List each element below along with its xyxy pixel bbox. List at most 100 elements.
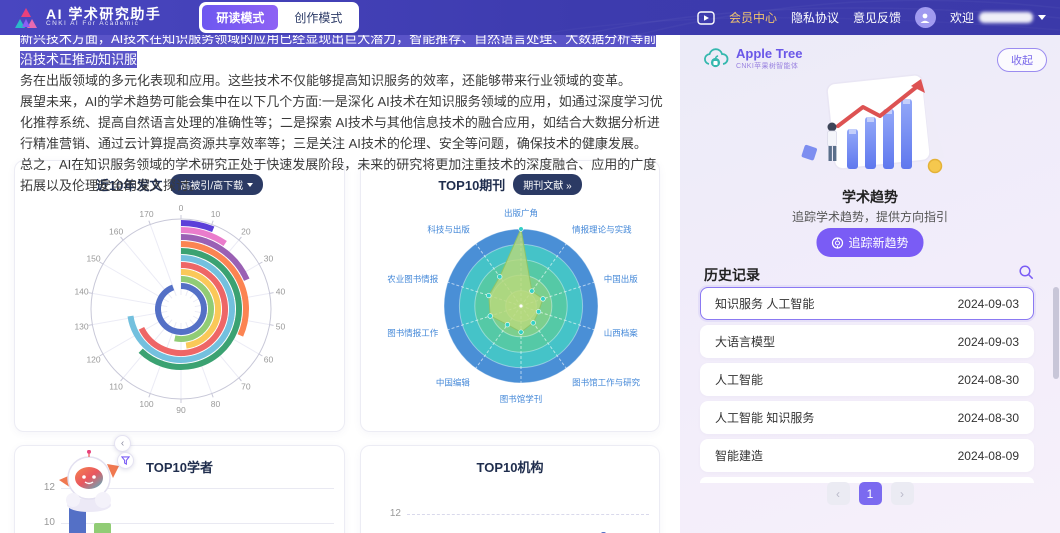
radar-axis-label: 山西档案 xyxy=(604,328,639,338)
history-query: 知识服务 人工智能 xyxy=(715,295,814,312)
track-new-trends-button[interactable]: 追踪新趋势 xyxy=(816,228,923,257)
header-right: 会员中心隐私协议意见反馈 欢迎 xyxy=(697,7,1046,28)
filter-funnel-button[interactable] xyxy=(117,452,134,469)
search-icon[interactable] xyxy=(1018,264,1034,280)
pagination-next-button[interactable]: › xyxy=(891,482,914,505)
pagination-prev-button[interactable]: ‹ xyxy=(827,482,850,505)
app-header: AI 学术研究助手 CNKI AI For Academic 研读模式创作模式 … xyxy=(0,0,1060,35)
radar-axis-label: 中国编辑 xyxy=(436,377,471,387)
assistant-sidebar: Apple Tree CNKI苹果树智能体 收起 学术趋势 追踪学术趋 xyxy=(680,35,1060,533)
history-query: 人工智能 知识服务 xyxy=(715,409,814,426)
trend-illustration xyxy=(783,71,957,186)
svg-text:0: 0 xyxy=(179,203,184,213)
feature-title: 学术趋势 xyxy=(680,187,1060,207)
app-logo-icon xyxy=(14,7,38,29)
scrollbar-thumb[interactable] xyxy=(1053,287,1059,379)
svg-text:120: 120 xyxy=(86,355,100,365)
compass-icon xyxy=(831,237,843,249)
svg-text:90: 90 xyxy=(176,405,186,415)
brand-name: Apple Tree xyxy=(736,47,802,61)
username-redacted xyxy=(979,12,1033,23)
history-item[interactable]: 智能建造 2024-08-09 xyxy=(700,439,1034,472)
cloud-apple-icon xyxy=(702,48,730,70)
history-query: 大语言模型 xyxy=(715,333,775,350)
svg-text:160: 160 xyxy=(109,227,123,237)
history-date: 2024-08-30 xyxy=(958,373,1019,387)
paragraph-1: 务在出版领域的多元化表现和应用。这些技术不仅能够提高知识服务的效率，还能够带来行… xyxy=(20,70,663,91)
history-date: 2024-08-30 xyxy=(958,411,1019,425)
radar-axis-label: 图书馆工作与研究 xyxy=(572,377,641,387)
paragraph-2: 展望未来，AI的学术趋势可能会集中在以下几个方面:一是深化 AI技术在知识服务领… xyxy=(20,91,663,154)
pagination-page-1[interactable]: 1 xyxy=(859,482,882,505)
brand-subtitle: CNKI苹果树智能体 xyxy=(736,61,802,71)
svg-text:100: 100 xyxy=(139,399,153,409)
apple-tree-brand: Apple Tree CNKI苹果树智能体 xyxy=(702,47,802,71)
collapse-left-button[interactable]: ‹ xyxy=(114,435,131,452)
bar xyxy=(94,523,111,533)
svg-text:10: 10 xyxy=(211,209,221,219)
funnel-icon xyxy=(121,456,130,465)
chevron-down-icon xyxy=(1038,15,1046,20)
orgs-bar-chart: 12 xyxy=(361,446,659,533)
svg-text:60: 60 xyxy=(264,355,274,365)
mode-tab-group: 研读模式创作模式 xyxy=(199,2,359,33)
history-item[interactable]: 人工智能 知识服务 2024-08-30 xyxy=(700,401,1034,434)
svg-text:130: 130 xyxy=(74,322,88,332)
svg-text:80: 80 xyxy=(211,399,221,409)
radar-axis-label: 图书馆学刊 xyxy=(500,394,543,404)
user-icon xyxy=(919,12,931,24)
header-link[interactable]: 隐私协议 xyxy=(791,9,839,26)
history-title: 历史记录 xyxy=(704,265,760,285)
svg-text:170: 170 xyxy=(139,209,153,219)
svg-text:50: 50 xyxy=(276,322,286,332)
app-logo-text: AI 学术研究助手 CNKI AI For Academic xyxy=(46,7,161,29)
card-top10-scholars: TOP10学者 1210 xyxy=(14,445,345,533)
collapse-sidebar-button[interactable]: 收起 xyxy=(997,48,1047,72)
card-publications-10y: 近10年发文 高被引/高下载 0102030405060708090100110… xyxy=(14,160,345,432)
tab-create-mode[interactable]: 创作模式 xyxy=(280,5,356,30)
y-axis-tick: 10 xyxy=(31,517,55,528)
header-link[interactable]: 意见反馈 xyxy=(853,9,901,26)
history-item[interactable]: 大语言模型 2024-09-03 xyxy=(700,325,1034,358)
radar-axis-label: 科技与出版 xyxy=(427,225,470,235)
gridline xyxy=(407,514,649,515)
history-date: 2024-09-03 xyxy=(958,335,1019,349)
radar-axis-label: 农业图书情报 xyxy=(387,274,439,284)
app-title: AI 学术研究助手 xyxy=(46,7,161,22)
history-query: 人工智能 xyxy=(715,371,763,388)
radar-axis-label: 出版广角 xyxy=(504,208,538,218)
avatar[interactable] xyxy=(915,7,936,28)
radar-axis-label: 情报理论与实践 xyxy=(572,225,632,235)
history-date: 2024-08-09 xyxy=(958,449,1019,463)
svg-text:150: 150 xyxy=(86,254,100,264)
svg-text:20: 20 xyxy=(241,227,251,237)
svg-text:30: 30 xyxy=(264,254,274,264)
summary-text-block: 新兴技术方面，AI技术在知识服务领域的应用已经显现出巨大潜力，智能推荐、自然语言… xyxy=(0,28,678,196)
welcome-label: 欢迎 xyxy=(950,9,974,26)
pagination: ‹ 1 › xyxy=(680,482,1060,505)
card-top10-journals: TOP10期刊 期刊文献 » 出版广角情报理论与实践中国出版山西档案图书馆工作与… xyxy=(360,160,660,432)
paragraph-3: 总之，AI在知识服务领域的学术研究正处于快速发展阶段，未来的研究将更加注重技术的… xyxy=(20,154,663,196)
radar-axis-label: 图书情报工作 xyxy=(387,328,439,338)
svg-text:110: 110 xyxy=(109,381,123,391)
welcome-user[interactable]: 欢迎 xyxy=(950,9,1046,26)
app-subtitle: CNKI AI For Academic xyxy=(46,21,161,28)
history-query: 智能建造 xyxy=(715,447,763,464)
journals-radar-chart: 出版广角情报理论与实践中国出版山西档案图书馆工作与研究图书馆学刊 中国编辑 图书情报… xyxy=(361,187,660,427)
history-date: 2024-09-03 xyxy=(958,297,1019,311)
header-link[interactable]: 会员中心 xyxy=(729,9,777,26)
header-links: 会员中心隐私协议意见反馈 xyxy=(729,9,901,26)
history-item[interactable]: 人工智能 2024-08-30 xyxy=(700,363,1034,396)
history-item[interactable]: 知识服务 人工智能 2024-09-03 xyxy=(700,287,1034,320)
card-top10-orgs: TOP10机构 12 xyxy=(360,445,660,533)
highlighted-text-line: 新兴技术方面，AI技术在知识服务领域的应用已经显现出巨大潜力，智能推荐、自然语言… xyxy=(20,30,656,68)
radar-axis-label: 中国出版 xyxy=(604,274,639,284)
tab-read-mode[interactable]: 研读模式 xyxy=(202,5,278,30)
svg-text:140: 140 xyxy=(74,286,88,296)
video-help-icon[interactable] xyxy=(697,11,715,25)
history-list: 知识服务 人工智能 2024-09-03 大语言模型 2024-09-03 人工智能 20… xyxy=(700,287,1034,483)
feature-tagline: 追踪学术趋势，提供方向指引 xyxy=(680,208,1060,225)
window-scrollbar[interactable] xyxy=(1053,35,1059,533)
svg-text:70: 70 xyxy=(241,381,251,391)
svg-text:40: 40 xyxy=(276,286,286,296)
